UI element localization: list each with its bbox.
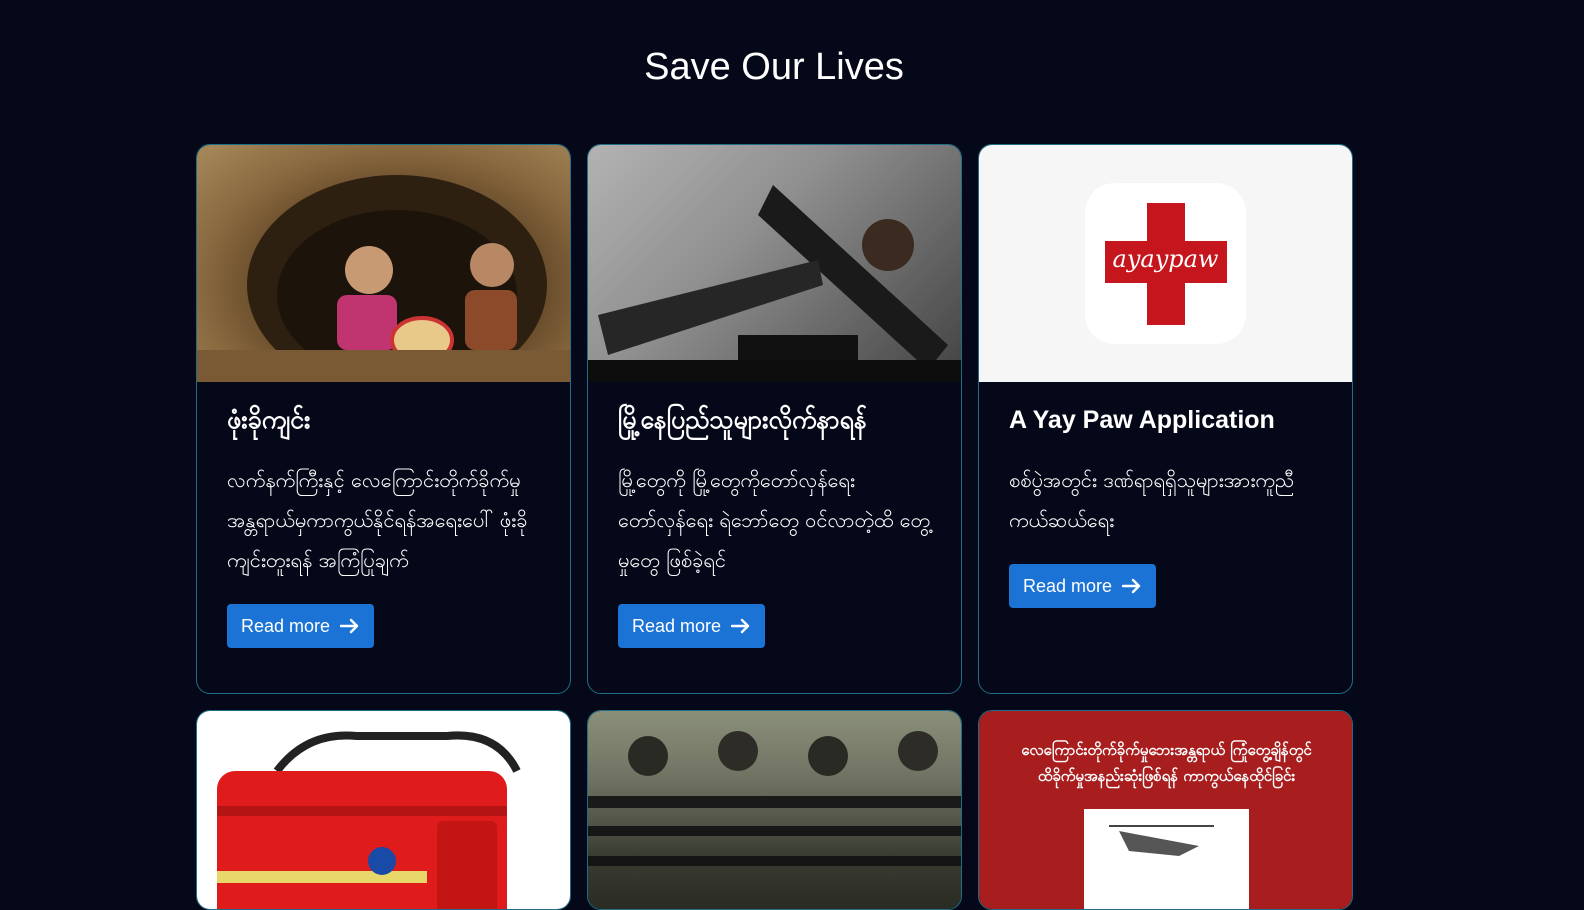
card-image-children-bunker <box>197 145 570 382</box>
card-image-app-logo: ayaypaw <box>979 145 1352 382</box>
card-image-rifle <box>588 145 961 382</box>
card-image-soldiers <box>588 711 961 909</box>
soldiers-illustration <box>588 731 961 866</box>
card-image-airstrike-poster: လေကြောင်းတိုက်ခိုက်မှုဘေးအန္တရာယ် ကြုံတွ… <box>979 711 1352 909</box>
read-more-label: Read more <box>1023 575 1113 596</box>
arrow-right-icon <box>340 618 360 634</box>
card-description: လက်နက်ကြီးနှင့် လေကြောင်းတိုက်ခိုက်မှုအန… <box>227 468 528 572</box>
read-more-label: Read more <box>632 615 722 636</box>
read-more-button[interactable]: Read more <box>1009 564 1157 608</box>
card-image-medical-bag <box>197 711 570 909</box>
card-ayaypaw-app: ayaypaw A Yay Paw Application စစ်ပွဲအတွင… <box>978 144 1353 694</box>
medical-bag-illustration <box>217 731 521 909</box>
card-description: မြို့တွေကို မြို့တွေကိုတော်လှန်ရေး တော်လ… <box>618 468 930 572</box>
card-bunker: ဖုံးခိုကျင်း လက်နက်ကြီးနှင့် လေကြောင်းတိ… <box>196 144 571 694</box>
card-airstrike-poster: လေကြောင်းတိုက်ခိုက်မှုဘေးအန္တရာယ် ကြုံတွ… <box>978 710 1353 910</box>
card-soldiers <box>587 710 962 910</box>
card-title: မြို့နေပြည်သူများလိုက်နာရန် <box>618 406 867 434</box>
helicopter-illustration <box>1084 809 1249 909</box>
read-more-button[interactable]: Read more <box>227 604 375 648</box>
read-more-label: Read more <box>241 615 331 636</box>
card-description: စစ်ပွဲအတွင်း ဒဏ်ရာရရှိသူများအားကူညီကယ်ဆယ… <box>1009 468 1295 532</box>
cards-grid: ဖုံးခိုကျင်း လက်နက်ကြီးနှင့် လေကြောင်းတိ… <box>196 144 1353 910</box>
read-more-button[interactable]: Read more <box>618 604 766 648</box>
rifle-illustration <box>588 145 961 382</box>
page-title: Save Our Lives <box>644 46 904 88</box>
card-city-residents: မြို့နေပြည်သူများလိုက်နာရန် မြို့တွေကို … <box>587 144 962 694</box>
arrow-right-icon <box>731 618 751 634</box>
arrow-right-icon <box>1122 578 1142 594</box>
ayaypaw-app-icon: ayaypaw <box>1085 183 1246 344</box>
card-medical-bag <box>196 710 571 910</box>
card-title: A Yay Paw Application <box>1009 406 1275 434</box>
card-title: ဖုံးခိုကျင်း <box>227 406 311 434</box>
ayaypaw-logo: ayaypaw <box>1112 245 1219 273</box>
bunker-illustration <box>197 175 570 382</box>
